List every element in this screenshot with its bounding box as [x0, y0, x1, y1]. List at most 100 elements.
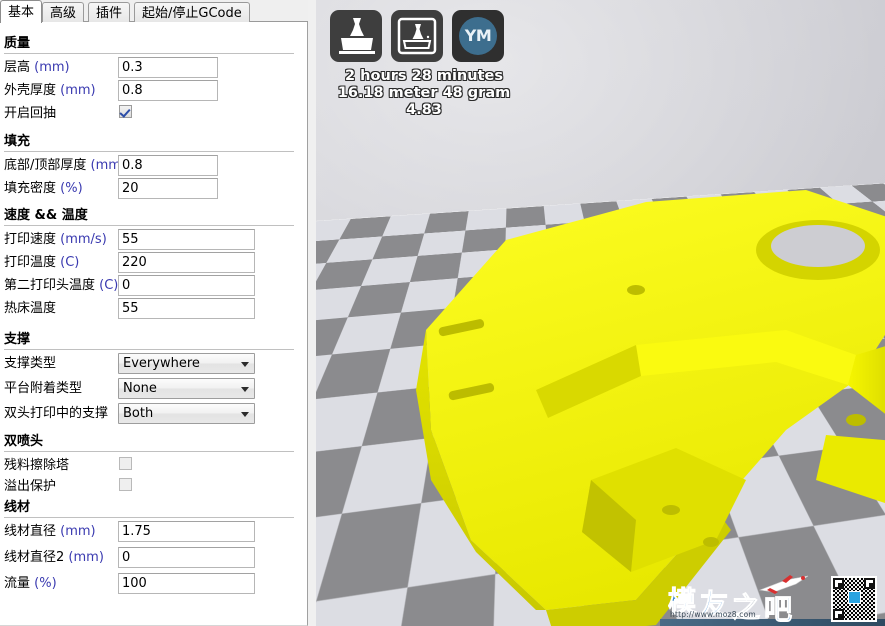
tab-plugins-label: 插件	[96, 6, 123, 21]
group-quality-title: 质量	[4, 36, 31, 51]
divider	[4, 517, 294, 518]
filament-diameter-2-input[interactable]	[118, 547, 255, 568]
group-filament-title: 线材	[4, 500, 31, 515]
group-speed-temperature: 速度 && 温度 打印速度 (mm/s) 打印温度 (C)	[0, 208, 300, 321]
divider	[4, 225, 294, 226]
qr-code	[831, 576, 877, 622]
filament-diameter-2-text: 线材直径2	[4, 550, 65, 565]
load-model-button[interactable]	[330, 10, 382, 62]
youmagine-icon: YM	[459, 17, 497, 55]
print-temperature-text: 打印温度	[4, 255, 57, 270]
settings-tabbar: 基本 高级 插件 起始/停止GCode	[0, 0, 316, 23]
panel-gutter	[308, 0, 316, 626]
row-filament-diameter-2: 线材直径2 (mm)	[0, 547, 300, 573]
tab-start-end-gcode[interactable]: 起始/停止GCode	[134, 2, 250, 23]
settings-scroll-area[interactable]: 质量 层高 (mm) 外壳厚度 (mm)	[0, 22, 308, 626]
print-temperature-label: 打印温度 (C)	[4, 252, 79, 274]
group-speed-temperature-title: 速度 && 温度	[4, 208, 88, 223]
youmagine-button[interactable]: YM	[452, 10, 504, 62]
cura-application-window: 基本 高级 插件 起始/停止GCode 质量 层高 (mm) 0.3 外壳厚度 …	[0, 0, 885, 626]
qr-eye	[864, 578, 875, 589]
model-right-lower	[816, 435, 885, 503]
fill-density-unit: (%)	[60, 181, 83, 196]
ooze-shield-label: 溢出保护	[4, 479, 57, 494]
ooze-shield-checkbox[interactable]	[119, 478, 132, 491]
model-hole	[703, 537, 719, 547]
bottom-top-thickness-input[interactable]	[118, 155, 218, 176]
tab-advanced[interactable]: 高级	[42, 2, 85, 23]
print-speed-unit: (mm/s)	[60, 232, 107, 247]
row-print-speed: 打印速度 (mm/s)	[0, 229, 300, 252]
group-dual-extrusion-title: 双喷头	[4, 434, 44, 449]
tab-start-end-gcode-label: 起始/停止GCode	[142, 6, 242, 21]
layer-height-label: 层高 (mm)	[4, 57, 70, 79]
qr-eye	[833, 578, 844, 589]
qr-center-logo	[848, 591, 861, 604]
fill-density-text: 填充密度	[4, 181, 57, 196]
flow-unit: (%)	[34, 576, 57, 591]
print-speed-input[interactable]	[118, 229, 255, 250]
flow-input[interactable]	[118, 573, 255, 594]
load-model-icon	[339, 18, 375, 54]
dual-extrusion-support-value: Both	[123, 406, 154, 421]
print-temperature-unit: (C)	[60, 255, 80, 270]
shell-thickness-input[interactable]	[118, 80, 218, 101]
settings-panel: 基本 高级 插件 起始/停止GCode 质量 层高 (mm) 0.3 外壳厚度 …	[0, 0, 316, 626]
filament-diameter-label: 线材直径 (mm)	[4, 521, 96, 543]
platform-adhesion-dropdown[interactable]: None	[118, 378, 255, 399]
row-enable-retraction: 开启回抽	[0, 103, 300, 123]
print-info: 2 hours 28 minutes 16.18 meter 48 gram 4…	[324, 68, 524, 119]
row-wipe-tower: 残料擦除塔	[0, 455, 300, 476]
chevron-down-icon	[241, 412, 249, 417]
chevron-down-icon	[241, 362, 249, 367]
fill-density-input[interactable]	[118, 178, 218, 199]
row-bed-temperature: 热床温度	[0, 298, 300, 321]
filament-diameter-2-unit: (mm)	[68, 550, 104, 565]
bed-temperature-input[interactable]	[118, 298, 255, 319]
group-filament: 线材 线材直径 (mm) 线材直径2 (mm)	[0, 500, 300, 599]
tab-basic[interactable]: 基本	[0, 0, 43, 23]
shell-thickness-label: 外壳厚度 (mm)	[4, 80, 96, 102]
print-material: 16.18 meter 48 gram	[337, 85, 511, 101]
group-dual-extrusion: 双喷头 残料擦除塔 溢出保护	[0, 434, 300, 497]
divider	[4, 151, 294, 152]
model-hole	[627, 285, 645, 295]
group-fill: 填充 底部/顶部厚度 (mm) 填充密度 (%)	[0, 134, 300, 201]
row-bottom-top-thickness: 底部/顶部厚度 (mm)	[0, 155, 300, 178]
3d-viewport[interactable]: YM 2 hours 28 minutes 16.18 meter 48 gra…	[316, 0, 885, 626]
dual-extrusion-support-dropdown[interactable]: Both	[118, 403, 255, 424]
qr-grid	[833, 578, 875, 620]
second-nozzle-temperature-input[interactable]	[118, 275, 255, 296]
layer-height-unit: (mm)	[34, 60, 70, 75]
tab-plugins[interactable]: 插件	[88, 2, 131, 23]
row-fill-density: 填充密度 (%)	[0, 178, 300, 201]
wipe-tower-checkbox[interactable]	[119, 457, 132, 470]
platform-adhesion-label: 平台附着类型	[4, 381, 83, 396]
second-nozzle-temperature-text: 第二打印头温度	[4, 278, 96, 293]
row-support-type: 支撑类型 Everywhere	[0, 353, 300, 378]
model-hole	[846, 414, 866, 426]
row-print-temperature: 打印温度 (C)	[0, 252, 300, 275]
filament-diameter-input[interactable]	[118, 521, 255, 542]
print-cost: 4.83	[406, 102, 442, 118]
row-flow: 流量 (%)	[0, 573, 300, 599]
platform-adhesion-value: None	[123, 381, 157, 396]
model-hole	[662, 505, 680, 515]
shell-thickness-text: 外壳厚度	[4, 83, 57, 98]
3d-model-yellow-part[interactable]	[386, 180, 885, 626]
viewport-toolbar: YM	[330, 10, 504, 62]
layer-height-input[interactable]	[118, 57, 218, 78]
print-time: 2 hours 28 minutes	[345, 68, 503, 84]
watermark-url: http://www.moz8.com	[670, 610, 756, 619]
row-ooze-shield: 溢出保护	[0, 476, 300, 497]
support-type-dropdown[interactable]: Everywhere	[118, 353, 255, 374]
enable-retraction-checkbox[interactable]	[119, 105, 132, 118]
divider	[4, 53, 294, 54]
print-speed-text: 打印速度	[4, 232, 57, 247]
save-gcode-button[interactable]	[391, 10, 443, 62]
wipe-tower-label: 残料擦除塔	[4, 458, 70, 473]
print-temperature-input[interactable]	[118, 252, 255, 273]
filament-diameter-text: 线材直径	[4, 524, 57, 539]
divider	[4, 451, 294, 452]
support-type-label: 支撑类型	[4, 356, 57, 371]
